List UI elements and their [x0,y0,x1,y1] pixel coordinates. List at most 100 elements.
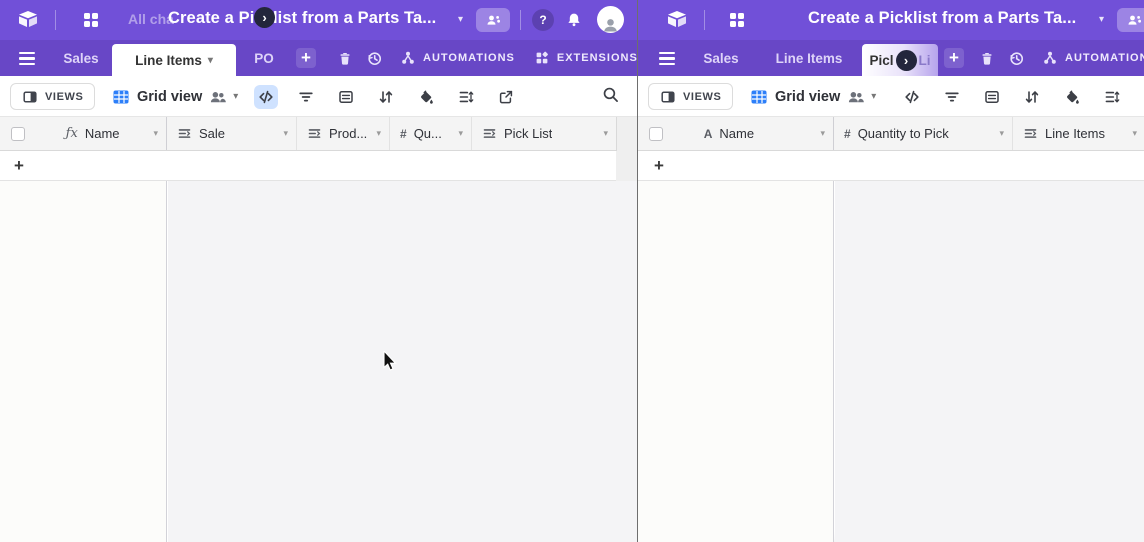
add-row-plus-icon[interactable]: + [14,156,24,176]
help-icon[interactable]: ? [532,9,554,31]
sidebar-menu-icon[interactable] [659,52,675,65]
base-title[interactable]: Create a Picklist from a Parts Ta... [168,9,436,28]
airtable-logo-icon[interactable] [665,8,689,30]
linked-record-icon [482,126,497,141]
notifications-bell-icon[interactable] [566,11,582,32]
column-header-product[interactable]: Prod... ▾ [297,117,390,150]
views-panel-icon [22,89,38,105]
tab-po[interactable]: PO [242,40,286,76]
column-header-name[interactable]: A Name ▾ [694,117,833,150]
share-button[interactable] [476,8,510,32]
column-label: Line Items [1045,126,1105,141]
sort-icon[interactable] [1024,89,1040,105]
app-switcher-icon[interactable] [84,13,98,27]
trash-icon[interactable] [337,50,353,66]
automations-button[interactable]: AUTOMATIONS [1065,52,1144,64]
views-label: VIEWS [683,91,721,103]
chevron-down-icon[interactable]: ▾ [208,55,213,66]
add-table-button[interactable]: + [944,48,964,68]
airtable-logo-icon[interactable] [16,8,40,30]
table-header: A Name ▾ # Quantity to Pick ▾ Line Items… [638,117,1144,151]
select-all-checkbox[interactable] [11,127,25,141]
chevron-down-icon[interactable]: ▾ [153,128,158,139]
add-table-button[interactable]: + [296,48,316,68]
add-row[interactable]: + [0,151,616,181]
chevron-down-icon[interactable]: ▾ [458,14,463,25]
gif-playhead-badge: › [896,50,917,71]
automations-button[interactable]: AUTOMATIONS [423,52,515,64]
chevron-down-icon[interactable]: ▾ [233,91,238,102]
automations-icon[interactable] [1042,50,1058,66]
view-collaborators-icon [847,88,864,105]
row-height-icon[interactable] [1104,89,1120,105]
sidebar-menu-icon[interactable] [19,52,35,65]
tab-sales[interactable]: Sales [696,40,746,76]
frozen-column-area [0,181,167,542]
column-header-name[interactable]: ƒx Name ▾ [56,117,166,150]
automations-icon[interactable] [400,50,416,66]
group-icon[interactable] [338,89,354,105]
history-icon[interactable] [366,50,383,67]
chevron-down-icon[interactable]: ▾ [1132,128,1137,139]
add-row-plus-icon[interactable]: + [654,156,664,176]
group-icon[interactable] [984,89,1000,105]
chevron-down-icon[interactable]: ▾ [376,128,381,139]
tab-line-items-active[interactable]: Line Items ▾ [112,44,236,76]
linked-record-icon [307,126,322,141]
grid-body[interactable] [0,181,637,542]
share-view-icon[interactable] [498,89,514,105]
grid-body[interactable] [638,181,1144,542]
column-header-sale[interactable]: Sale ▾ [167,117,297,150]
tab-line-items[interactable]: Line Items [764,40,854,76]
tab-label: Line Items [135,53,202,68]
person-icon [602,16,619,33]
grid-view-icon [112,88,130,106]
chevron-down-icon[interactable]: ▾ [603,128,608,139]
chevron-down-icon[interactable]: ▾ [458,128,463,139]
sort-icon[interactable] [378,89,394,105]
chevron-down-icon[interactable]: ▾ [283,128,288,139]
column-header-line-items[interactable]: Line Items ▾ [1013,117,1144,150]
select-all-cell [0,117,56,150]
column-header-quantity[interactable]: # Qu... ▾ [390,117,472,150]
chevron-down-icon[interactable]: ▾ [820,128,825,139]
add-row-band: + [0,151,637,181]
search-icon[interactable] [602,86,619,108]
share-button[interactable] [1117,8,1144,32]
base-title[interactable]: Create a Picklist from a Parts Ta... [808,9,1076,28]
app-switcher-icon[interactable] [730,13,744,27]
filter-icon[interactable] [944,89,960,105]
views-button[interactable]: VIEWS [648,83,733,110]
column-header-pick-list[interactable]: Pick List ▾ [472,117,616,150]
mouse-cursor [383,351,397,376]
topbar: Create a Picklist from a Parts Ta... ▾ [638,0,1144,40]
add-row[interactable]: + [638,151,1144,181]
column-label: Name [85,126,120,141]
collaborators-icon [1126,12,1142,28]
color-icon[interactable] [418,89,434,105]
column-label: Name [719,126,754,141]
tab-pick-list-active[interactable]: Picl › Li [862,44,938,76]
color-icon[interactable] [1064,89,1080,105]
select-all-checkbox[interactable] [649,127,663,141]
tab-sales[interactable]: Sales [56,40,106,76]
trash-icon[interactable] [979,50,995,66]
row-height-icon[interactable] [458,89,474,105]
history-icon[interactable] [1008,50,1025,67]
filter-icon[interactable] [298,89,314,105]
hide-fields-icon[interactable] [254,85,278,109]
extensions-button[interactable]: EXTENSIONS [557,52,637,64]
view-name[interactable]: Grid view [775,89,840,105]
view-name[interactable]: Grid view [137,89,202,105]
tab-ghost-label: Li [919,53,931,68]
extensions-icon[interactable] [534,50,550,66]
select-all-cell [638,117,694,150]
chevron-down-icon[interactable]: ▾ [871,91,876,102]
column-header-quantity-to-pick[interactable]: # Quantity to Pick ▾ [834,117,1013,150]
chevron-down-icon[interactable]: ▾ [1099,14,1104,25]
hide-fields-icon[interactable] [904,89,920,105]
user-avatar[interactable] [597,6,624,33]
frame-right: Create a Picklist from a Parts Ta... ▾ S… [637,0,1144,542]
views-button[interactable]: VIEWS [10,83,95,110]
chevron-down-icon[interactable]: ▾ [999,128,1004,139]
